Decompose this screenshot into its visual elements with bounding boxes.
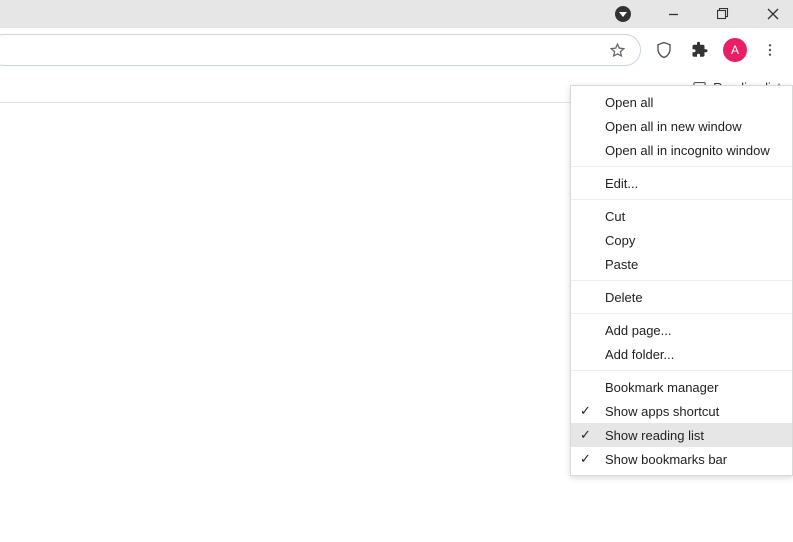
menu-item-open-all-in-incognito-window[interactable]: Open all in incognito window [571,138,792,162]
window-titlebar [0,0,793,28]
menu-section: Cut Copy Paste [571,200,792,281]
menu-item-label: Open all [605,95,653,110]
menu-item-label: Bookmark manager [605,380,718,395]
close-button[interactable] [757,0,789,28]
menu-item-label: Open all in incognito window [605,143,770,158]
browser-toolbar: A [0,28,793,72]
account-dropdown-icon[interactable] [615,6,631,22]
check-icon: ✓ [580,451,591,467]
check-icon: ✓ [580,403,591,419]
menu-section: Open all Open all in new window Open all i… [571,86,792,167]
menu-item-label: Paste [605,257,638,272]
menu-item-label: Show bookmarks bar [605,452,727,467]
address-bar[interactable] [0,34,641,66]
avatar-letter: A [731,43,739,57]
menu-item-label: Add folder... [605,347,674,362]
minimize-button[interactable] [657,0,689,28]
minimize-icon [668,9,679,20]
menu-item-paste[interactable]: Paste [571,252,792,276]
check-icon: ✓ [580,427,591,443]
menu-section: Add page... Add folder... [571,314,792,371]
extensions-icon[interactable] [687,37,713,63]
menu-item-label: Edit... [605,176,638,191]
menu-item-label: Show apps shortcut [605,404,719,419]
menu-item-edit[interactable]: Edit... [571,171,792,195]
menu-item-label: Show reading list [605,428,704,443]
close-icon [767,8,779,20]
menu-section: Bookmark manager ✓ Show apps shortcut ✓ Show… [571,371,792,475]
menu-item-label: Add page... [605,323,672,338]
menu-section: Edit... [571,167,792,200]
menu-item-show-bookmarks-bar[interactable]: ✓ Show bookmarks bar [571,447,792,471]
bookmark-star-icon[interactable] [604,37,630,63]
menu-item-cut[interactable]: Cut [571,204,792,228]
menu-item-label: Open all in new window [605,119,742,134]
restore-icon [717,8,729,20]
menu-item-delete[interactable]: Delete [571,285,792,309]
menu-item-open-all-in-new-window[interactable]: Open all in new window [571,114,792,138]
menu-item-label: Copy [605,233,635,248]
menu-item-open-all[interactable]: Open all [571,90,792,114]
menu-item-show-reading-list[interactable]: ✓ Show reading list [571,423,792,447]
more-menu-icon[interactable] [757,37,783,63]
menu-section: Delete [571,281,792,314]
menu-item-add-page[interactable]: Add page... [571,318,792,342]
restore-button[interactable] [707,0,739,28]
profile-avatar[interactable]: A [723,38,747,62]
vault-icon[interactable] [651,37,677,63]
menu-item-show-apps-shortcut[interactable]: ✓ Show apps shortcut [571,399,792,423]
bookmarks-context-menu: Open all Open all in new window Open all i… [570,85,793,476]
menu-item-copy[interactable]: Copy [571,228,792,252]
menu-item-add-folder[interactable]: Add folder... [571,342,792,366]
menu-item-label: Cut [605,209,625,224]
menu-item-bookmark-manager[interactable]: Bookmark manager [571,375,792,399]
menu-item-label: Delete [605,290,643,305]
